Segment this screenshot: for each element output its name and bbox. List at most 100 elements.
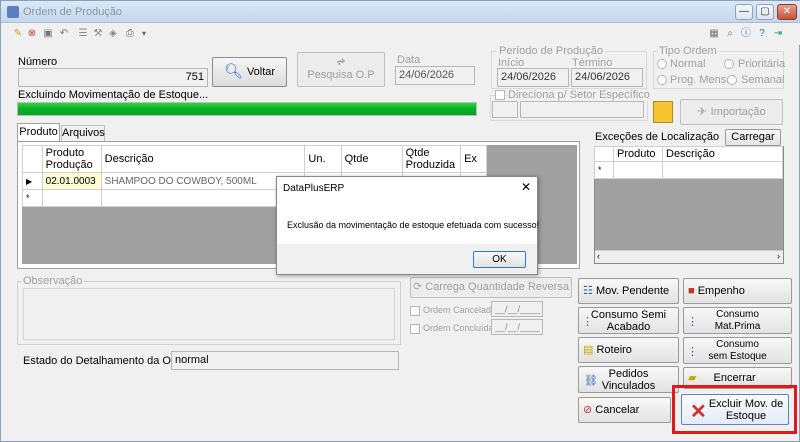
tree-icon: ⋮ [687,316,698,328]
empenho-label: Empenho [697,285,745,297]
col-qtde-produzida[interactable]: Qtde Produzida [401,145,462,173]
empenho-icon: ■ [688,285,695,297]
consumo-sem-label-1: Consumo [716,339,759,350]
encerrar-icon: ▰ [688,372,697,384]
maximize-button[interactable]: ▢ [756,4,774,20]
ok-button[interactable]: OK [473,251,526,268]
voltar-button[interactable]: 🔍︎ Voltar [212,57,287,87]
importacao-button[interactable]: ✈ Importação [680,99,783,125]
tab-produto[interactable]: Produto [17,123,60,141]
row-code[interactable]: 02.01.0003 [41,172,102,190]
mov-pendente-button[interactable]: ☷ Mov. Pendente [578,278,679,304]
info-icon[interactable]: ⓘ [739,27,753,40]
estado-label: Estado do Detalhamento da OP: [23,355,182,367]
minimize-button[interactable]: — [735,4,753,20]
cancelar-button[interactable]: ⊘ Cancelar [578,397,671,423]
tipo-normal-label: Normal [670,58,706,70]
data-label: Data [397,54,421,66]
numero-field[interactable]: 751 [18,68,208,87]
col-un[interactable]: Un. [304,145,342,173]
new-icon[interactable]: ✎ [11,27,25,40]
tipo-prog-mensal-radio[interactable] [657,75,667,85]
consumo-semi-acabado-button[interactable]: ⋮ Consumo Semi Acabado [578,307,679,334]
import-icon: ✈ [697,106,707,118]
ordem-cancelada-checkbox[interactable] [410,306,420,316]
consumo-mat-label-1: Consumo [716,309,759,320]
pesquisa-op-button[interactable]: ⩫ Pesquisa O.P [297,52,385,87]
direciona-checkbox[interactable] [495,90,505,100]
consumo-mat-prima-button[interactable]: ⋮ Consumo Mat.Prima [683,307,792,334]
help-icon[interactable]: ? [755,27,769,40]
carrega-quantidade-button[interactable]: ⟳ Carrega Quantidade Reversa [410,277,572,298]
progress-bar [17,102,477,116]
ordem-concluida-checkbox[interactable] [410,324,420,334]
tipo-prog-mensal-label: Prog. Mensal [670,74,735,86]
app-icon [7,6,19,18]
ordem-concluida-label: Ordem Concluída [423,323,494,333]
ordem-cancelada-date[interactable]: __/__/____ [491,301,543,317]
empenho-button[interactable]: ■ Empenho [683,278,792,304]
tree-icon: ⋮ [582,316,593,328]
scroll-left-icon[interactable]: ‹ [597,251,600,261]
estado-field[interactable]: normal [171,351,399,370]
roteiro-button[interactable]: ▤ Roteiro [578,337,679,363]
tipo-semanal-radio[interactable] [727,75,737,85]
tools-icon[interactable]: ⚒ [91,27,105,40]
scroll-right-icon[interactable]: › [777,251,780,261]
pesquisa-op-label: Pesquisa O.P [307,69,375,81]
row-desc[interactable]: SHAMPOO DO COWBOY, 500ML [100,172,306,190]
inicio-field[interactable]: 24/06/2026 [497,68,569,87]
filter-icon[interactable]: ◈ [106,27,120,40]
close-button[interactable]: ✕ [777,4,797,20]
tipo-normal-radio[interactable] [657,59,667,69]
setor-code-field[interactable] [492,101,518,118]
excecoes-grid: Produto Descrição * [594,146,783,179]
print-icon[interactable]: ⎙ [123,27,137,40]
consumo-semi-label-1: Consumo Semi [590,309,667,321]
tipo-semanal-label: Semanal [741,74,785,86]
zoom-icon[interactable]: ⌕ [723,27,737,40]
data-field[interactable]: 24/06/2026 [395,66,475,85]
calc-icon[interactable]: ▦ [707,27,721,40]
roteiro-label: Roteiro [596,344,632,356]
direciona-label: Direciona p/ Setor Específico [508,89,652,101]
grid-header-row: Produto Produção Descrição Un. Qtde Qtde… [22,145,487,173]
tab-arquivos[interactable]: Arquivos [61,125,105,141]
col-exc-descricao[interactable]: Descrição [662,146,783,162]
save-icon[interactable]: ▣ [41,27,55,40]
toolbar [1,23,800,45]
tipo-prioritaria-radio[interactable] [724,59,734,69]
voltar-label: Voltar [246,66,276,78]
load-icon: ⟳ [413,281,423,293]
pedidos-vinculados-button[interactable]: ⛓ Pedidos Vinculados [578,366,679,393]
col-descricao[interactable]: Descrição [100,145,306,173]
observacao-textarea[interactable] [23,288,395,340]
list-icon[interactable]: ☰ [76,27,90,40]
table-row-new[interactable]: * [594,161,783,179]
message-dialog: DataPlusERP ✕ Exclusão da movimentação d… [276,176,539,275]
tipo-ordem-label: Tipo Ordem [657,45,719,57]
horizontal-scrollbar[interactable]: ‹ › [595,250,783,263]
link-icon: ⛓ [584,375,598,387]
col-exc-produto[interactable]: Produto [613,146,663,162]
encerrar-label: Encerrar [713,372,756,384]
exit-icon[interactable]: ⇥ [771,27,785,40]
binoculars-icon: ⩫ [336,56,346,68]
carregar-button[interactable]: Carregar [725,129,781,146]
delete-icon[interactable]: ⊗ [25,27,39,40]
setor-name-field[interactable] [520,101,644,118]
consumo-sem-estoque-button[interactable]: ⋮ Consumo sem Estoque [683,337,792,364]
termino-field[interactable]: 24/06/2026 [571,68,643,87]
progress-fill [18,103,476,115]
col-qtde[interactable]: Qtde [340,145,403,173]
dropdown-arrow-icon[interactable]: ▾ [137,27,151,40]
consumo-mat-label-2: Mat.Prima [714,321,761,332]
dialog-close-icon[interactable]: ✕ [521,180,531,194]
col-ex[interactable]: Ex [460,145,487,173]
excluindo-label: Excluindo Movimentação de Estoque... [18,89,209,101]
cancel-icon: ⊘ [583,404,593,416]
notes-icon[interactable] [653,101,673,123]
undo-icon[interactable]: ↶ [57,27,71,40]
col-produto-producao[interactable]: Produto Produção [41,145,102,173]
ordem-concluida-date[interactable]: __/__/____ [491,319,543,335]
